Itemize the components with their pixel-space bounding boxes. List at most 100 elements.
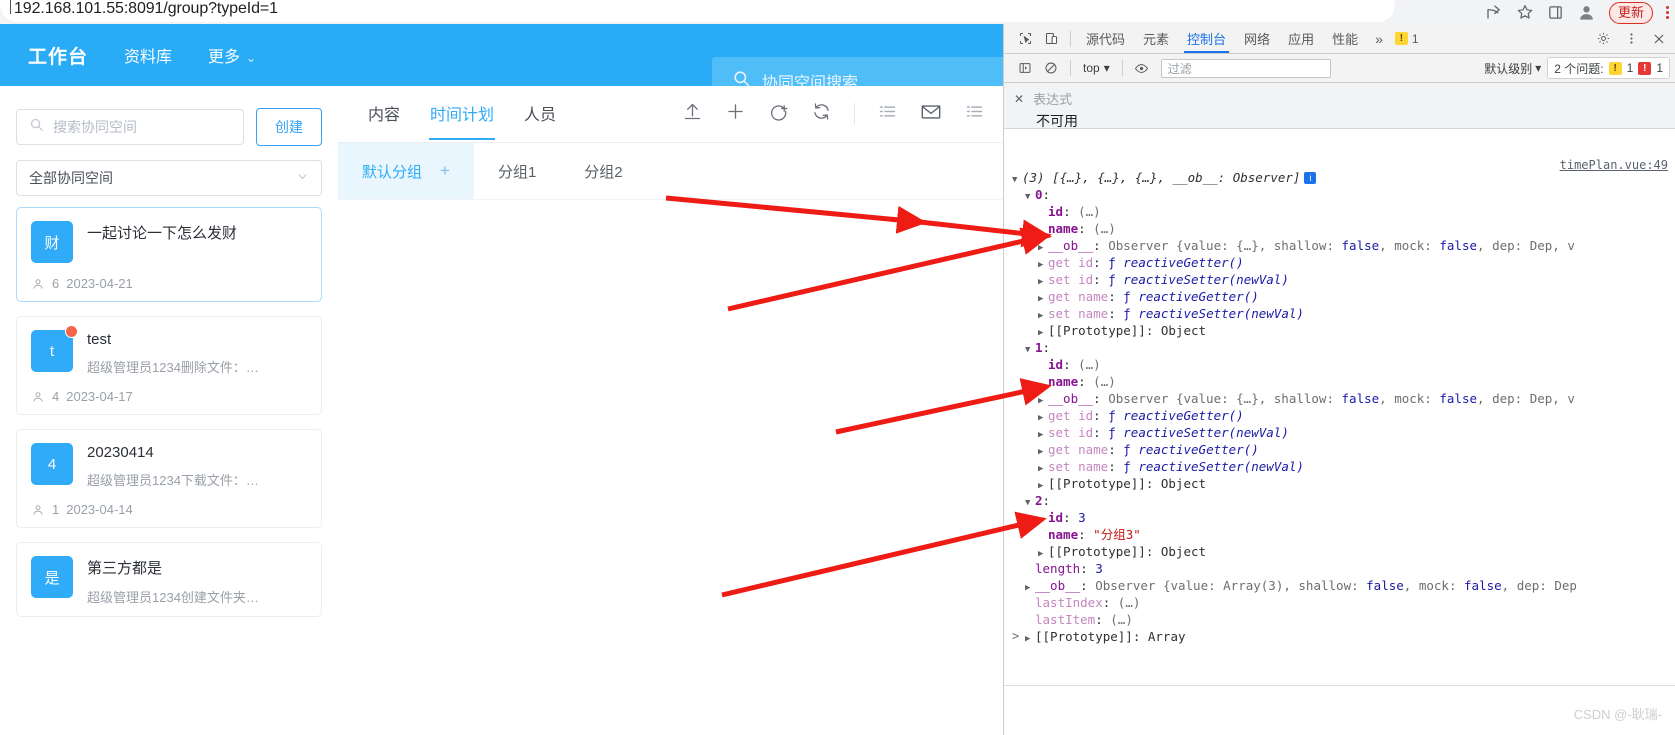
console-token: id: [1048, 357, 1064, 372]
console-token: false: [1439, 238, 1478, 253]
group-tab[interactable]: 分组1: [474, 143, 560, 199]
close-icon[interactable]: ✕: [1014, 92, 1024, 106]
console-token: :: [1093, 425, 1109, 440]
console-token: 3: [1095, 561, 1103, 576]
settings-gear-icon[interactable]: [1590, 27, 1616, 51]
profile-avatar-icon[interactable]: [1577, 3, 1596, 22]
nav-item-more[interactable]: 更多 ⌄: [208, 43, 256, 67]
console-line: __ob__: Observer {value: Array(3), shall…: [1012, 577, 1675, 594]
console-token: 0: [1035, 187, 1043, 202]
disclosure-triangle-icon[interactable]: [1025, 631, 1035, 648]
console-token: name: [1048, 374, 1079, 389]
live-expression-eye-icon[interactable]: [1129, 56, 1155, 80]
console-output[interactable]: timePlan.vue:49 (3) [{…}, {…}, {…}, __ob…: [1004, 154, 1675, 654]
space-title: 一起讨论一下怎么发财: [87, 225, 238, 242]
devtools-tab-network[interactable]: 网络: [1235, 24, 1279, 53]
devtools-tab-performance[interactable]: 性能: [1323, 24, 1367, 53]
live-expression-label[interactable]: 表达式: [1033, 89, 1072, 108]
add-circle-icon[interactable]: [768, 101, 789, 127]
console-token: __ob__: [1048, 238, 1094, 253]
console-sidebar-icon[interactable]: [1012, 56, 1038, 80]
context-selector[interactable]: top ▾: [1077, 61, 1116, 75]
search-icon: [29, 117, 44, 137]
warning-count-badge[interactable]: ! 1: [1394, 32, 1419, 46]
mail-icon[interactable]: [920, 101, 942, 128]
space-card[interactable]: 是第三方都是 超级管理员1234创建文件夹…: [16, 542, 322, 617]
kebab-menu-icon[interactable]: [1666, 5, 1669, 19]
more-tabs-icon[interactable]: »: [1367, 31, 1391, 47]
bookmark-star-icon[interactable]: [1516, 3, 1534, 21]
add-icon[interactable]: [725, 101, 746, 127]
console-prompt[interactable]: >: [1012, 629, 1019, 643]
console-token: ƒ: [1108, 255, 1124, 270]
source-link[interactable]: timePlan.vue:49: [1560, 158, 1668, 172]
console-token: :: [1093, 238, 1109, 253]
nav-item-library[interactable]: 资料库: [124, 43, 172, 67]
space-date: 2023-04-21: [66, 276, 133, 291]
devtools-tab-sources[interactable]: 源代码: [1077, 24, 1134, 53]
group-tab[interactable]: 分组2: [560, 143, 646, 199]
divider: [1070, 60, 1071, 76]
info-icon[interactable]: i: [1304, 172, 1317, 184]
group-tab[interactable]: 默认分组 +: [338, 143, 474, 199]
console-line: set id: ƒ reactiveSetter(newVal): [1012, 271, 1675, 288]
console-token: :: [1093, 272, 1109, 287]
console-line: [[Prototype]]: Object: [1012, 322, 1675, 339]
list-view-icon[interactable]: [877, 101, 898, 127]
add-group-icon[interactable]: +: [440, 161, 450, 181]
inspect-element-icon[interactable]: [1012, 27, 1038, 51]
console-filter-input[interactable]: 过滤: [1160, 58, 1331, 78]
console-token: (…): [1093, 221, 1116, 236]
devtools-kebab-icon[interactable]: [1618, 27, 1644, 51]
space-card[interactable]: t test 超级管理员1234删除文件：… 4 2023-04-17: [16, 316, 322, 415]
upload-icon[interactable]: [682, 101, 703, 127]
issues-button[interactable]: 2 个问题: ! 1 ! 1: [1547, 57, 1670, 79]
console-line: get id: ƒ reactiveGetter(): [1012, 407, 1675, 424]
devtools-tab-application[interactable]: 应用: [1279, 24, 1323, 53]
console-token: :: [1080, 561, 1096, 576]
update-button[interactable]: 更新: [1608, 2, 1653, 24]
main-content: 内容 时间计划 人员 默认分组 + 分组1 分组2: [338, 86, 1003, 735]
warning-icon: !: [1608, 61, 1622, 75]
space-card[interactable]: 4 20230414 超级管理员1234下载文件：… 1 2023-04-14: [16, 429, 322, 528]
space-texts: 第三方都是 超级管理员1234创建文件夹…: [87, 556, 307, 606]
tab-time-plan[interactable]: 时间计划: [429, 101, 496, 140]
console-token: lastItem: [1035, 612, 1096, 627]
nav-label: 资料库: [124, 49, 173, 66]
content-toolbar: [682, 101, 1003, 128]
console-log-entry: (3) [{…}, {…}, {…}, __ob__: Observer]i 0:…: [1004, 154, 1675, 645]
share-icon[interactable]: [1485, 3, 1503, 21]
divider: [1004, 685, 1675, 686]
console-token: :: [1080, 578, 1096, 593]
close-devtools-icon[interactable]: [1646, 27, 1672, 51]
console-line: id: 3: [1012, 509, 1675, 526]
create-button[interactable]: 创建: [256, 108, 322, 146]
console-token: , dep: Dep, v: [1477, 391, 1575, 406]
app-brand[interactable]: 工作台: [28, 42, 88, 69]
refresh-icon[interactable]: [811, 101, 832, 127]
app-top-nav: 工作台 资料库 更多 ⌄ 协同空间搜索: [0, 24, 1003, 105]
console-token: (…): [1078, 357, 1101, 372]
side-panel-icon[interactable]: [1547, 4, 1564, 21]
nav-label: 更多: [208, 49, 241, 66]
console-token: set name: [1048, 459, 1109, 474]
address-bar[interactable]: 192.168.101.55:8091/group?typeId=1: [0, 0, 1395, 22]
devtools-tab-elements[interactable]: 元素: [1134, 24, 1178, 53]
device-toolbar-icon[interactable]: [1038, 27, 1064, 51]
web-page: 工作台 资料库 更多 ⌄ 协同空间搜索 搜索协同空间 创建 全部协同空间 财 一…: [0, 24, 1003, 735]
tab-members[interactable]: 人员: [524, 101, 556, 127]
space-title: test: [87, 331, 112, 348]
console-token: 2: [1035, 493, 1043, 508]
search-input[interactable]: 搜索协同空间: [16, 109, 244, 145]
console-line: 1:: [1012, 339, 1675, 356]
url-text: 192.168.101.55:8091/group?typeId=1: [14, 0, 278, 17]
space-card[interactable]: 财一起讨论一下怎么发财 6 2023-04-21: [16, 207, 322, 302]
console-token: (…): [1110, 612, 1133, 627]
console-token: set id: [1048, 425, 1094, 440]
space-filter-select[interactable]: 全部协同空间: [16, 160, 322, 196]
clear-console-icon[interactable]: [1038, 56, 1064, 80]
devtools-tab-console[interactable]: 控制台: [1178, 24, 1235, 53]
detail-list-icon[interactable]: [964, 101, 985, 127]
tab-content[interactable]: 内容: [368, 101, 400, 127]
log-level-selector[interactable]: 默认级别 ▾: [1484, 60, 1547, 77]
